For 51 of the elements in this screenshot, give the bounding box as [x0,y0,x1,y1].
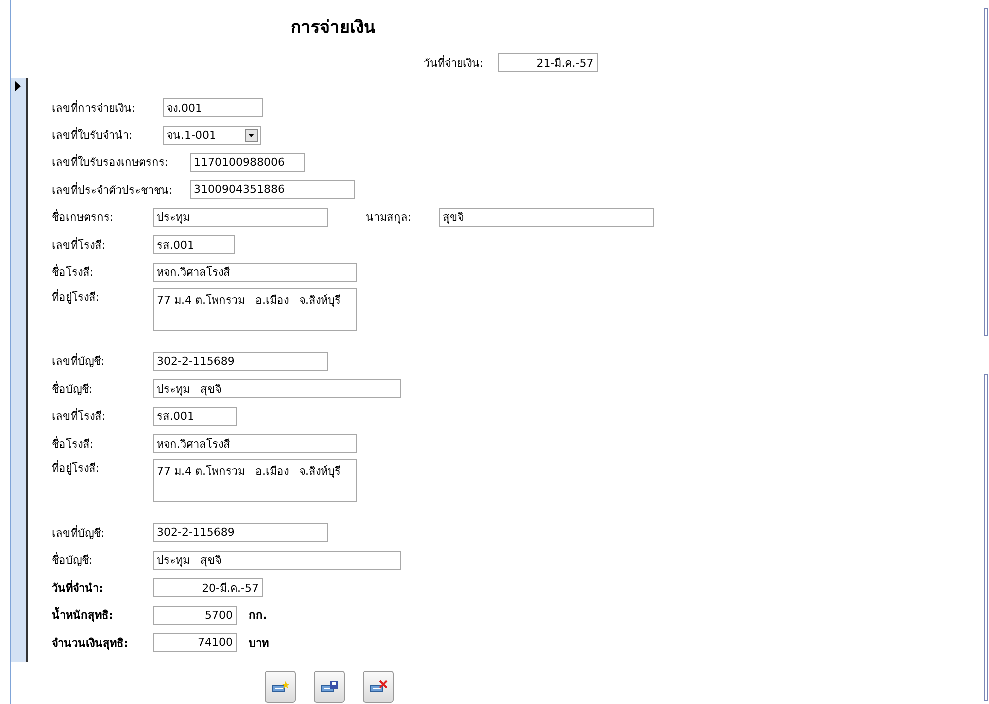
save-icon [320,680,338,694]
field-label: ชื่อโรงสี: [52,264,95,282]
field-label: วันที่จ่ายเงิน: [424,54,484,72]
current-record-icon [14,81,22,92]
date-field[interactable]: 21-มี.ค.-57 [498,53,598,72]
text-field[interactable]: สุขจิ [439,208,654,227]
field-label: ชื่อโรงสี: [52,436,95,453]
address-field[interactable]: 77 ม.4 ต.โพกรวม อ.เมือง จ.สิงห์บุรี [153,288,357,331]
record-selector[interactable] [11,78,28,662]
number-field[interactable]: 74100 [153,633,237,652]
text-field[interactable]: หจก.วิศาลโรงสี [153,262,357,282]
field-label: ชื่อบัญชี: [52,380,94,398]
new-record-icon [272,680,290,694]
field-label: ชื่อเกษตรกร: [52,208,115,226]
text-field[interactable]: ประทุม สุขจิ [153,550,401,570]
field-label: เลขที่โรงสี: [52,408,107,426]
field-label: ที่อยู่โรงสี: [52,288,101,306]
text-field[interactable]: หจก.วิศาลโรงสี [153,434,357,454]
field-label: วันที่จำนำ: [52,579,104,597]
text-field[interactable]: ประทุม [153,208,328,227]
form-title: การจ่ายเงิน [291,17,376,40]
field-label: ที่อยู่โรงสี: [52,460,101,478]
new-record-button[interactable] [265,671,296,703]
delete-icon [370,680,388,694]
unit-label: บาท [249,636,269,652]
text-field[interactable]: ประทุม สุขจิ [153,379,401,398]
text-field[interactable]: 302-2-115689 [153,352,328,371]
dropdown-field[interactable]: จน.1-001 [163,126,261,145]
delete-record-button[interactable] [363,671,394,703]
text-field[interactable]: จง.001 [163,98,263,118]
field-label: เลขที่โรงสี: [52,236,107,254]
text-field[interactable]: 302-2-115689 [153,523,328,542]
text-field[interactable]: 1170100988006 [190,152,305,172]
text-field[interactable]: รส.001 [153,406,237,426]
field-label: เลขที่การจ่ายเงิน: [52,100,137,117]
number-field[interactable]: 5700 [153,606,237,625]
field-label: เลขที่บัญชี: [52,524,106,542]
number-field[interactable]: 20-มี.ค.-57 [153,578,263,598]
unit-label: กก. [249,608,268,624]
field-label: ชื่อบัญชี: [52,552,94,570]
text-field[interactable]: 3100904351886 [190,180,355,200]
text-field[interactable]: รส.001 [153,235,235,254]
field-label: นามสกุล: [366,210,413,226]
field-label: เลขที่ใบรับรองเกษตรกร: [52,154,170,172]
save-record-button[interactable] [314,671,345,703]
field-label: น้ำหนักสุทธิ: [52,606,114,624]
field-label: เลขที่ประจำตัวประชาชน: [52,182,174,199]
address-field[interactable]: 77 ม.4 ต.โพกรวม อ.เมือง จ.สิงห์บุรี [153,459,357,502]
field-label: จำนวนเงินสุทธิ: [52,636,130,652]
field-label: เลขที่ใบรับจำนำ: [52,126,134,144]
field-label: เลขที่บัญชี: [52,352,106,370]
